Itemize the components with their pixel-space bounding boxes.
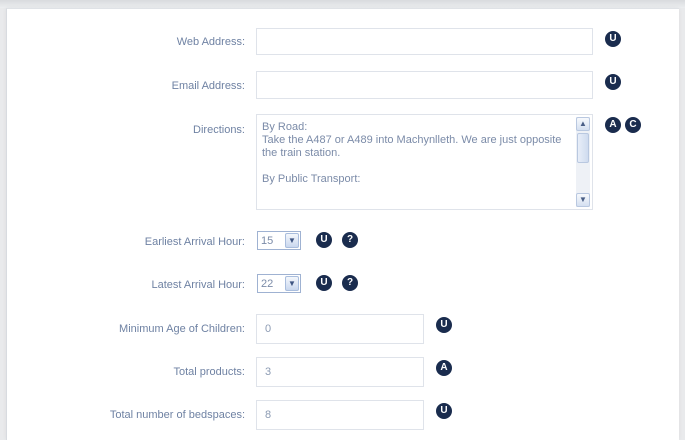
email-address-label: Email Address: <box>171 80 245 92</box>
earliest-arrival-value: 15 <box>261 234 274 247</box>
earliest-arrival-select[interactable]: 15 ▼ <box>257 231 301 250</box>
help-icon[interactable]: ? <box>342 275 358 291</box>
directions-line: By Public Transport: <box>262 173 361 185</box>
approve-icon[interactable]: A <box>436 360 452 376</box>
chevron-down-icon[interactable]: ▼ <box>285 233 299 248</box>
directions-label: Directions: <box>193 124 245 136</box>
web-address-label: Web Address: <box>176 36 245 48</box>
email-address-input[interactable] <box>256 71 593 99</box>
top-shade <box>0 0 685 8</box>
earliest-arrival-label: Earliest Arrival Hour: <box>144 236 245 248</box>
chevron-down-icon[interactable]: ▼ <box>285 276 299 291</box>
scroll-up-icon[interactable]: ▲ <box>576 117 590 131</box>
update-icon[interactable]: U <box>605 74 621 90</box>
total-products-label: Total products: <box>173 366 245 378</box>
directions-line: By Road: <box>262 121 308 133</box>
scroll-down-icon[interactable]: ▼ <box>576 193 590 207</box>
update-icon[interactable]: U <box>436 403 452 419</box>
total-bedspaces-label: Total number of bedspaces: <box>109 409 245 421</box>
min-age-children-input[interactable]: 0 <box>256 314 424 344</box>
latest-arrival-label: Latest Arrival Hour: <box>151 279 245 291</box>
update-icon[interactable]: U <box>436 317 452 333</box>
total-bedspaces-input[interactable]: 8 <box>256 400 424 430</box>
update-icon[interactable]: U <box>605 31 621 47</box>
directions-line: Take the A487 or A489 into Machynlleth. … <box>262 134 562 159</box>
directions-textarea[interactable]: By Road: Take the A487 or A489 into Mach… <box>256 114 593 210</box>
copy-icon[interactable]: C <box>625 117 641 133</box>
latest-arrival-select[interactable]: 22 ▼ <box>257 274 301 293</box>
approve-icon[interactable]: A <box>605 117 621 133</box>
update-icon[interactable]: U <box>316 232 332 248</box>
web-address-input[interactable] <box>256 28 593 55</box>
min-age-children-label: Minimum Age of Children: <box>119 323 245 335</box>
total-products-input[interactable]: 3 <box>256 357 424 387</box>
directions-line <box>262 160 570 173</box>
scroll-thumb[interactable] <box>577 133 589 163</box>
update-icon[interactable]: U <box>316 275 332 291</box>
latest-arrival-value: 22 <box>261 277 274 290</box>
directions-scrollbar[interactable]: ▲ ▼ <box>576 117 590 207</box>
help-icon[interactable]: ? <box>342 232 358 248</box>
